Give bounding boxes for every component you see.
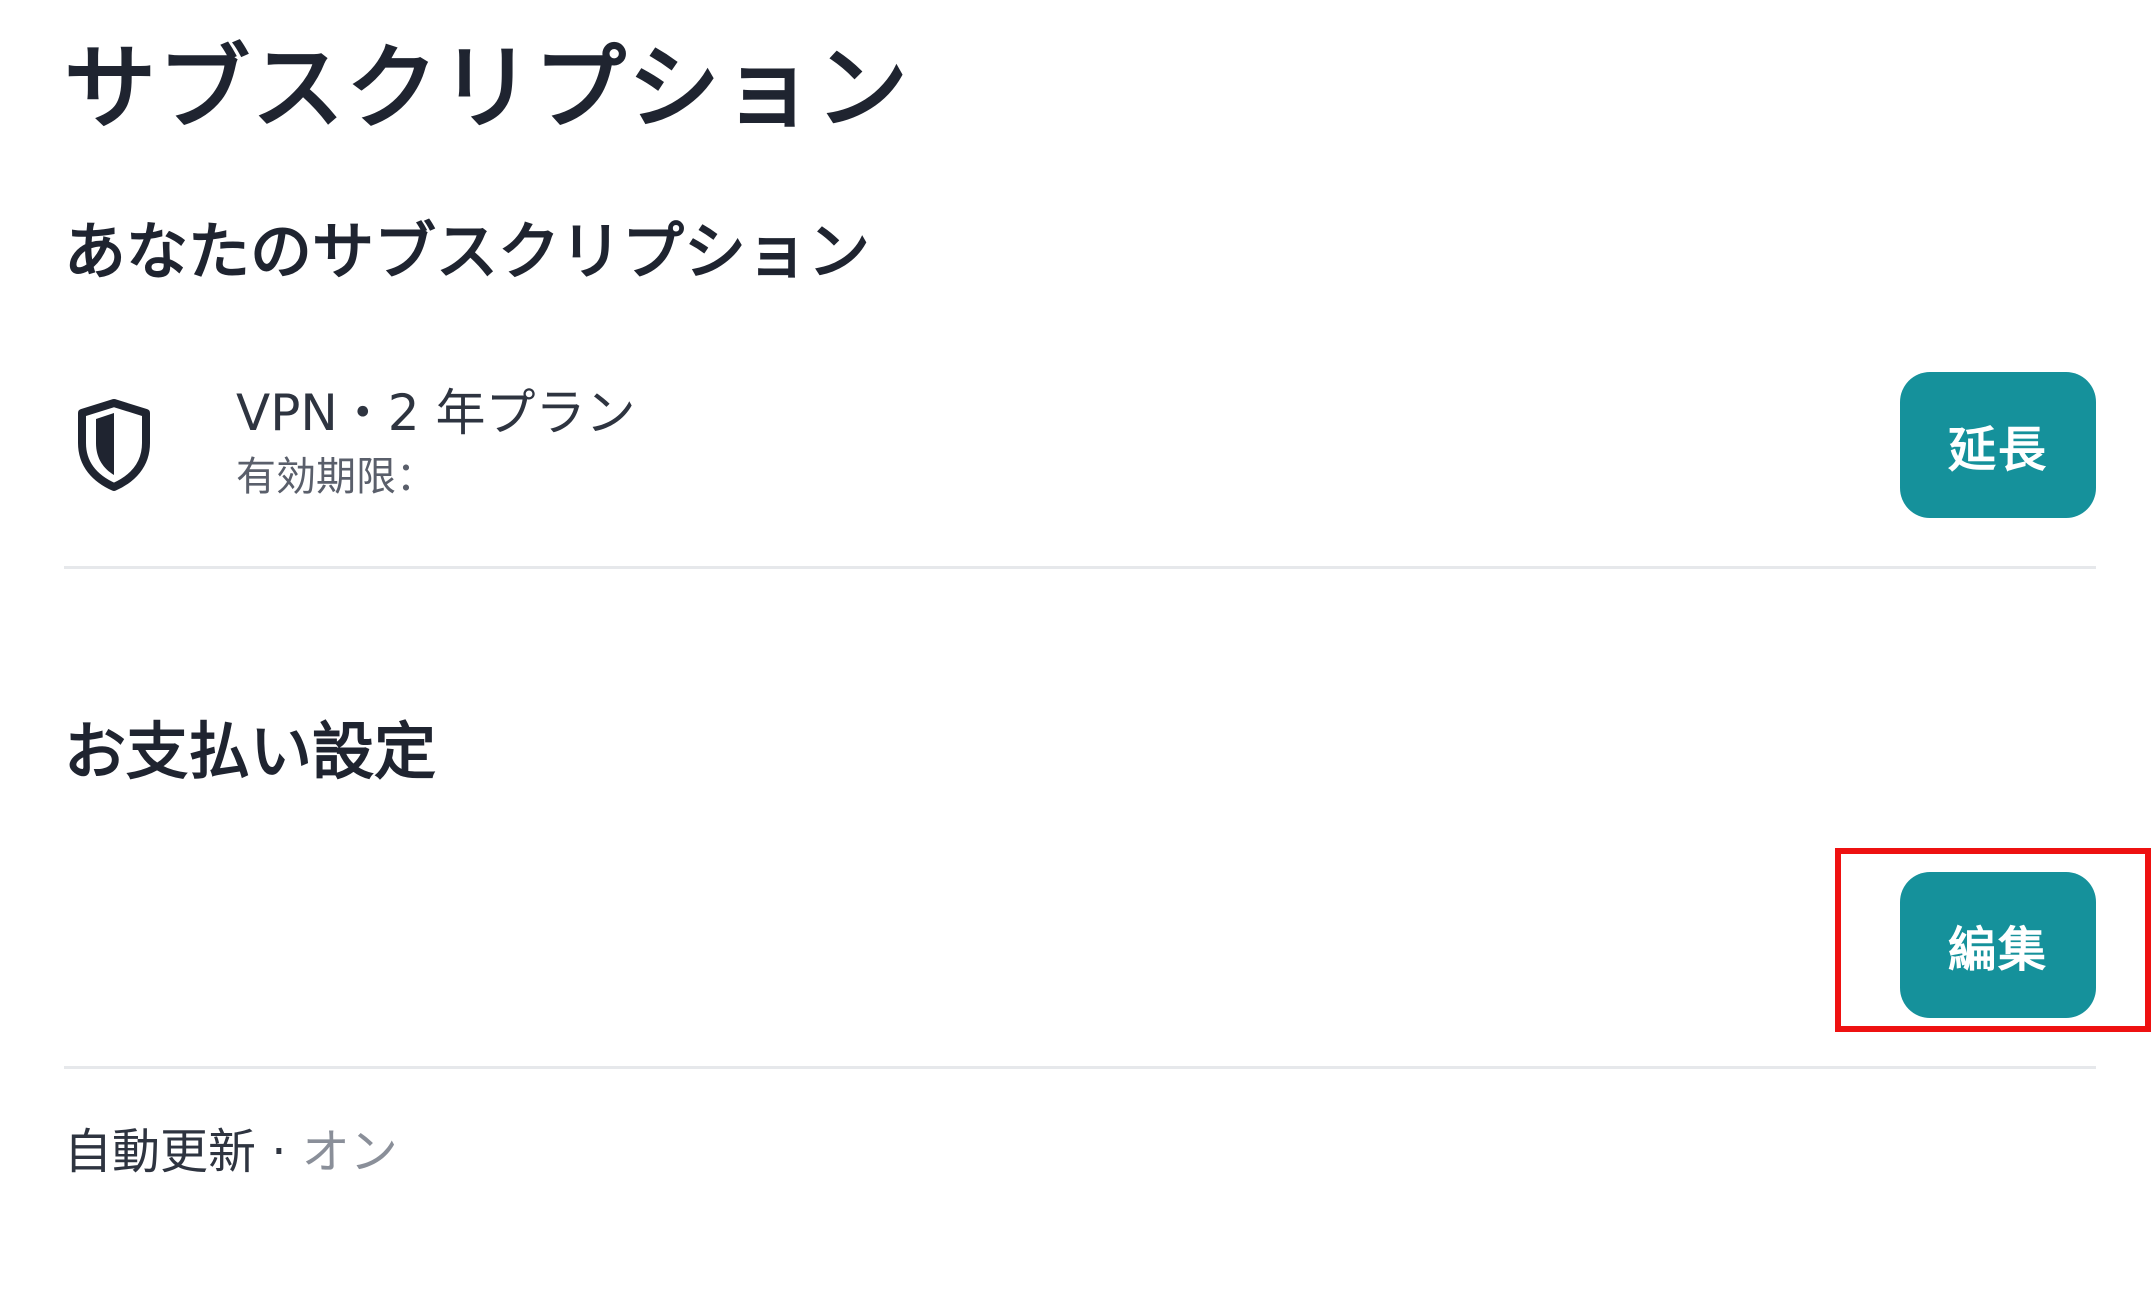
divider [64,1066,2096,1069]
shield-icon [74,397,154,493]
payment-settings-heading: お支払い設定 [64,715,437,788]
auto-renew-label: 自動更新 · [64,1124,302,1180]
plan-expiry: 有効期限： [236,454,436,500]
highlight-box [1835,848,2151,1032]
subscriptions-heading: あなたのサブスクリプション [64,215,871,288]
divider [64,566,2096,569]
subscription-item: VPN・2 年プラン 有効期限： [64,365,2096,525]
page-title: サブスクリプション [64,35,911,142]
auto-renew-status: 自動更新 · オン [64,1124,398,1182]
plan-name: VPN・2 年プラン [236,384,636,442]
extend-button[interactable]: 延長 [1900,372,2096,518]
auto-renew-value: オン [301,1124,398,1180]
